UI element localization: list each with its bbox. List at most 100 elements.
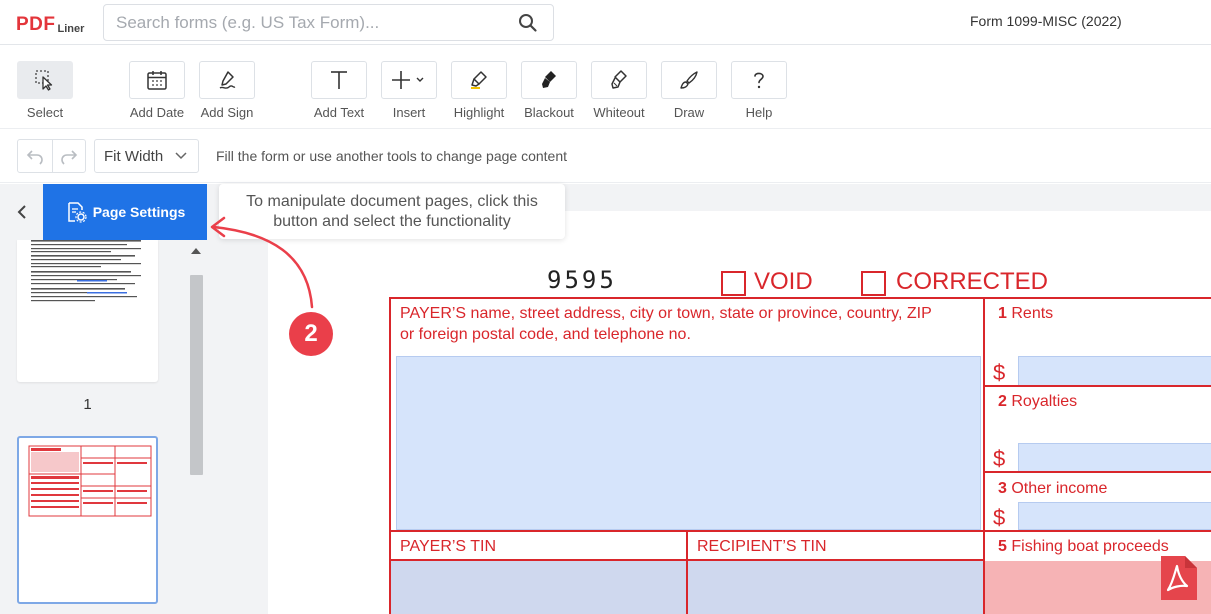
- recipient-tin-field[interactable]: [688, 561, 983, 614]
- calendar-icon: [147, 71, 167, 90]
- tool-add-sign[interactable]: Add Sign: [197, 61, 257, 120]
- add-text-button[interactable]: [311, 61, 367, 99]
- chevron-down-icon: [175, 152, 187, 160]
- app-root: PDF Liner Form 1099-MISC (2022) Select: [0, 0, 1211, 614]
- tool-select[interactable]: Select: [15, 61, 75, 120]
- box5-label: 5 Fishing boat proceeds: [998, 536, 1169, 557]
- collapse-sidebar-button[interactable]: [0, 184, 43, 240]
- signature-pen-icon: [219, 71, 236, 89]
- form-1099-misc: PAYER’S name, street address, city or to…: [389, 297, 1211, 614]
- row-divider: [985, 471, 1211, 473]
- page-settings-icon: [67, 202, 87, 223]
- add-sign-button[interactable]: [199, 61, 255, 99]
- whiteout-brush-icon: [611, 70, 627, 89]
- undo-redo-group: [17, 139, 86, 173]
- box3-number: 3: [998, 480, 1007, 497]
- form-code: 9595: [547, 266, 617, 294]
- tool-label: Add Date: [129, 105, 185, 120]
- page-1-preview: [31, 240, 141, 302]
- insert-button[interactable]: [381, 61, 437, 99]
- tool-add-text[interactable]: Add Text: [309, 61, 369, 120]
- logo-main-text: PDF: [16, 14, 56, 35]
- page-thumbnail[interactable]: [17, 240, 158, 382]
- annotation-arrow: [210, 216, 314, 309]
- box3-text: Other income: [1011, 480, 1108, 497]
- tool-draw[interactable]: Draw: [659, 61, 719, 120]
- box5-number: 5: [998, 538, 1007, 555]
- tool-add-date[interactable]: Add Date: [127, 61, 187, 120]
- tool-label: Highlight: [453, 105, 505, 120]
- tool-label: Blackout: [524, 105, 574, 120]
- box1-text: Rents: [1011, 305, 1054, 322]
- help-button[interactable]: [731, 61, 787, 99]
- search-box: [103, 4, 554, 41]
- zoom-select[interactable]: Fit Width: [94, 139, 199, 173]
- select-button[interactable]: [17, 61, 73, 99]
- payer-name-label-2: or foreign postal code, and telephone no…: [400, 326, 691, 343]
- tool-label: Whiteout: [593, 105, 645, 120]
- box2-number: 2: [998, 393, 1007, 410]
- blackout-button[interactable]: [521, 61, 577, 99]
- redo-icon: [60, 150, 77, 165]
- void-checkbox[interactable]: [721, 271, 746, 296]
- rents-field[interactable]: [1018, 356, 1211, 386]
- pdfliner-logo[interactable]: PDF Liner: [16, 10, 84, 36]
- page-thumbnails: 1: [0, 240, 186, 614]
- step-badge: 2: [289, 312, 333, 356]
- highlighter-icon: [471, 71, 487, 89]
- highlight-button[interactable]: [451, 61, 507, 99]
- box1-number: 1: [998, 305, 1007, 322]
- brush-icon: [680, 71, 698, 89]
- box2-label: 2 Royalties: [998, 391, 1077, 412]
- box3-label: 3 Other income: [998, 478, 1107, 499]
- tool-label: Add Sign: [200, 105, 254, 120]
- box2-dollar: $: [993, 446, 1006, 471]
- void-label: VOID: [754, 268, 813, 295]
- royalties-field[interactable]: [1018, 443, 1211, 472]
- page-2-preview: [28, 445, 152, 517]
- box5-text: Fishing boat proceeds: [1011, 538, 1169, 555]
- tool-blackout[interactable]: Blackout: [519, 61, 579, 120]
- search-icon[interactable]: [518, 13, 538, 33]
- undo-button[interactable]: [18, 140, 52, 172]
- tool-label: Add Text: [313, 105, 365, 120]
- box1-label: 1 Rents: [998, 303, 1053, 324]
- secondary-toolbar: Fit Width Fill the form or use another t…: [0, 130, 1211, 183]
- other-income-field[interactable]: [1018, 502, 1211, 530]
- zoom-value: Fit Width: [104, 147, 164, 165]
- editor-hint: Fill the form or use another tools to ch…: [216, 148, 567, 164]
- draw-button[interactable]: [661, 61, 717, 99]
- page-settings-label: Page Settings: [92, 204, 186, 220]
- payer-name-field[interactable]: [396, 356, 981, 530]
- box2-text: Royalties: [1011, 393, 1078, 410]
- pdf-file-icon[interactable]: [1153, 554, 1201, 602]
- chevron-left-icon: [17, 205, 26, 219]
- payer-tin-label: PAYER’S TIN: [400, 538, 497, 555]
- logo-sub-text: Liner: [57, 23, 85, 35]
- tool-whiteout[interactable]: Whiteout: [589, 61, 649, 120]
- undo-icon: [26, 150, 43, 165]
- corrected-checkbox[interactable]: [861, 271, 886, 296]
- page-number: 1: [83, 396, 92, 413]
- tool-label: Help: [745, 105, 773, 120]
- add-date-button[interactable]: [129, 61, 185, 99]
- whiteout-button[interactable]: [591, 61, 647, 99]
- question-mark-icon: [754, 72, 764, 89]
- tool-highlight[interactable]: Highlight: [449, 61, 509, 120]
- text-t-icon: [331, 71, 347, 89]
- tool-label: Draw: [673, 105, 705, 120]
- tool-label: Insert: [392, 105, 426, 120]
- box3-dollar: $: [993, 505, 1006, 530]
- tool-help[interactable]: Help: [729, 61, 789, 120]
- editor-toolbar: Select Add Date Add Sign Add Text Insert…: [0, 46, 1211, 129]
- redo-button[interactable]: [51, 140, 86, 172]
- payer-tin-field[interactable]: [391, 561, 686, 614]
- row-divider: [985, 385, 1211, 387]
- page-settings-button[interactable]: Page Settings: [43, 184, 207, 240]
- tool-insert[interactable]: Insert: [379, 61, 439, 120]
- page-thumbnail-selected[interactable]: [17, 436, 158, 604]
- row-divider: [391, 530, 1211, 532]
- search-input[interactable]: [116, 5, 506, 40]
- tooltip-line-1: To manipulate document pages, click this: [246, 193, 538, 210]
- tool-label: Select: [26, 105, 64, 120]
